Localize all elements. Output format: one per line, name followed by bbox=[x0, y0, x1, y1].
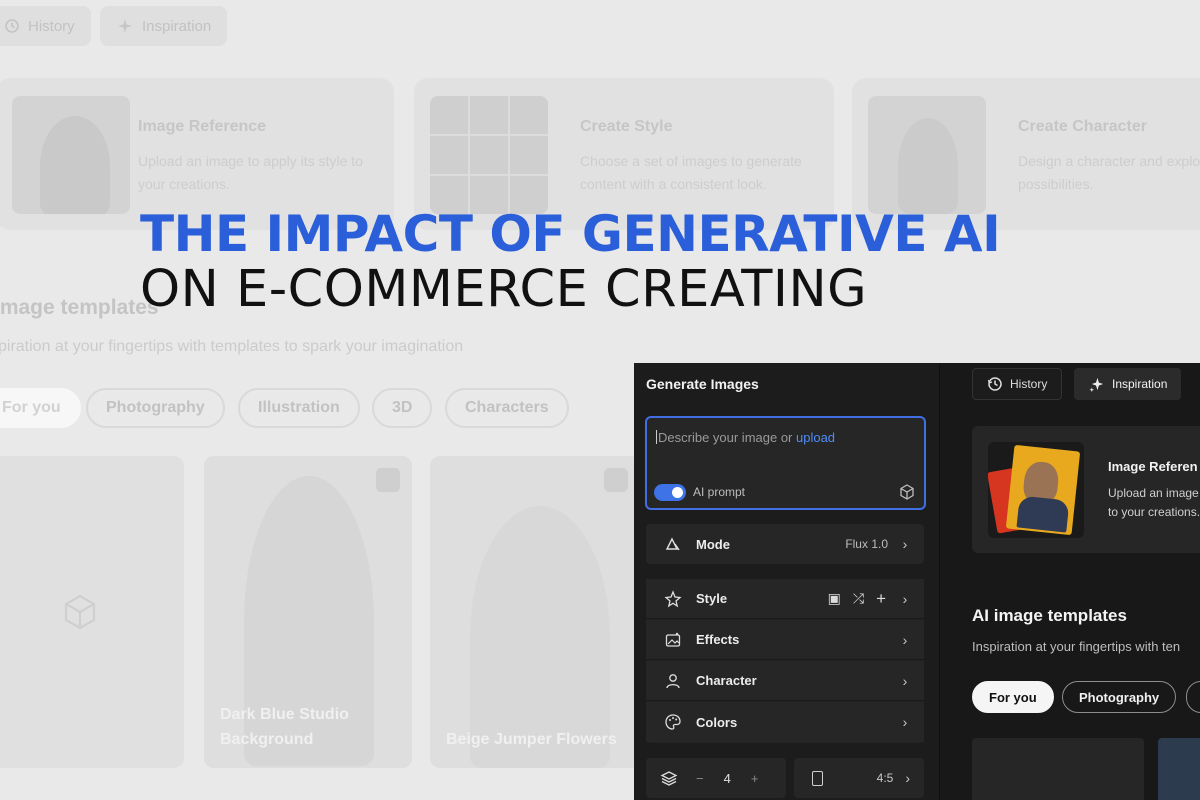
history-icon bbox=[987, 377, 1002, 391]
image-reference-desc: Upload an image to your creations. bbox=[1108, 486, 1200, 519]
bg-tile-blank bbox=[0, 456, 184, 768]
inspiration-label: Inspiration bbox=[1112, 377, 1168, 391]
bg-card-title: Create Style bbox=[580, 118, 673, 135]
bg-section-sub: piration at your fingertips with templat… bbox=[0, 338, 464, 355]
colors-label: Colors bbox=[696, 714, 738, 730]
character-label: Character bbox=[696, 673, 757, 688]
image-count-value: 4 bbox=[723, 770, 731, 786]
history-label: History bbox=[1010, 377, 1048, 391]
image-reference-thumbnail bbox=[988, 442, 1084, 538]
effects-icon bbox=[665, 632, 681, 647]
ai-prompt-label: AI prompt bbox=[693, 485, 746, 499]
plus-icon[interactable]: + bbox=[876, 589, 886, 609]
pill-next[interactable] bbox=[1186, 681, 1200, 713]
app-screenshot: Generate Images Describe your image or u… bbox=[634, 363, 1200, 800]
inspiration-button[interactable]: Inspiration bbox=[1074, 368, 1182, 400]
image-reference-title: Image Referen bbox=[1108, 459, 1198, 474]
bg-tile-label: Beige Jumper Flowers bbox=[446, 731, 617, 748]
prompt-input[interactable]: Describe your image or upload AI prompt bbox=[645, 416, 926, 510]
history-button[interactable]: History bbox=[972, 368, 1063, 400]
bg-history-button: History bbox=[0, 6, 91, 46]
bg-inspiration-label: Inspiration bbox=[142, 17, 212, 35]
colors-row[interactable]: Colors › bbox=[646, 702, 924, 742]
mode-label: Mode bbox=[696, 536, 730, 552]
bg-tile-beige-jumper: Beige Jumper Flowers bbox=[430, 456, 640, 768]
character-icon bbox=[666, 673, 680, 688]
bg-pill-photography: Photography bbox=[86, 388, 225, 428]
effects-label: Effects bbox=[696, 632, 740, 647]
aspect-ratio-value: 4:5 bbox=[876, 771, 894, 785]
bg-section-title: image templates bbox=[0, 296, 159, 319]
character-row[interactable]: Character › bbox=[646, 661, 924, 701]
upload-link[interactable]: upload bbox=[796, 430, 835, 445]
pill-photography[interactable]: Photography bbox=[1062, 681, 1177, 713]
bg-inspiration-button: Inspiration bbox=[100, 6, 228, 46]
decrement-button[interactable]: − bbox=[696, 771, 704, 786]
bg-card-thumb bbox=[430, 96, 548, 214]
chevron-right-icon: › bbox=[902, 536, 908, 552]
effects-row[interactable]: Effects › bbox=[646, 620, 924, 660]
headline-line1: THE IMPACT OF GENERATIVE AI bbox=[140, 205, 1001, 263]
bg-pill-for-you: For you bbox=[0, 388, 81, 428]
style-row[interactable]: Style ▣ ⤮ + › bbox=[646, 579, 924, 619]
panel-title: Generate Images bbox=[646, 376, 759, 392]
history-icon bbox=[5, 19, 19, 33]
image-reference-card[interactable]: Image Referen Upload an image to your cr… bbox=[972, 426, 1200, 553]
inspiration-area: History Inspiration Image Referen Upload… bbox=[940, 363, 1200, 800]
options-group: Style ▣ ⤮ + › Effects › Character › Colo… bbox=[646, 579, 924, 743]
mode-icon bbox=[665, 537, 680, 551]
mode-row[interactable]: Mode Flux 1.0 › bbox=[646, 524, 924, 564]
image-count-stepper[interactable]: − 4 + bbox=[646, 758, 786, 798]
bg-tile-dark-blue-studio: Dark Blue Studio Background bbox=[204, 456, 412, 768]
bg-tile-label: Dark Blue Studio Background bbox=[220, 706, 349, 748]
style-icon bbox=[664, 589, 682, 607]
image-stack-icon[interactable]: ▣ bbox=[828, 590, 841, 607]
phone-icon bbox=[812, 770, 823, 786]
bg-pill-illustration: Illustration bbox=[238, 388, 360, 428]
chevron-right-icon: › bbox=[905, 770, 910, 786]
bg-card-thumb bbox=[868, 96, 986, 214]
chevron-right-icon: › bbox=[902, 590, 908, 607]
mode-value: Flux 1.0 bbox=[845, 537, 888, 551]
pill-for-you[interactable]: For you bbox=[972, 681, 1054, 713]
bg-card-title: Image Reference bbox=[138, 118, 267, 135]
colors-icon bbox=[665, 714, 681, 730]
chevron-right-icon: › bbox=[902, 672, 908, 689]
layers-icon bbox=[660, 771, 678, 786]
crown-icon bbox=[376, 468, 400, 492]
increment-button[interactable]: + bbox=[751, 771, 759, 786]
templates-title: AI image templates bbox=[972, 606, 1127, 625]
bg-pill-3d: 3D bbox=[372, 388, 433, 428]
headline: THE IMPACT OF GENERATIVE AI ON E-COMMERC… bbox=[140, 206, 1020, 320]
bg-history-label: History bbox=[28, 17, 75, 35]
crown-icon bbox=[604, 468, 628, 492]
bg-card-desc: Design a character and explo possibiliti… bbox=[1018, 153, 1200, 192]
template-tile[interactable] bbox=[972, 738, 1144, 800]
cube-icon bbox=[64, 594, 96, 630]
bg-card-title: Create Character bbox=[1018, 118, 1147, 135]
bg-pill-characters: Characters bbox=[445, 388, 569, 428]
prompt-placeholder: Describe your image or upload bbox=[656, 430, 836, 445]
bg-card-desc: Upload an image to apply its style to yo… bbox=[138, 153, 363, 192]
cube-icon[interactable] bbox=[898, 483, 916, 501]
templates-subtitle: Inspiration at your fingertips with ten bbox=[972, 639, 1181, 654]
headline-line2: ON E-COMMERCE CREATING bbox=[140, 260, 868, 319]
generate-panel: Generate Images Describe your image or u… bbox=[634, 363, 940, 800]
sparkle-icon bbox=[118, 19, 132, 33]
chevron-right-icon: › bbox=[902, 714, 908, 730]
shuffle-icon[interactable]: ⤮ bbox=[853, 590, 864, 607]
style-label: Style bbox=[696, 591, 728, 606]
bg-card-thumb bbox=[12, 96, 130, 214]
template-tile[interactable] bbox=[1158, 738, 1200, 800]
sparkle-icon bbox=[1089, 377, 1104, 392]
aspect-ratio-selector[interactable]: 4:5 › bbox=[794, 758, 924, 798]
ai-prompt-toggle[interactable] bbox=[654, 484, 686, 501]
bg-card-desc: Choose a set of images to generate conte… bbox=[580, 153, 802, 192]
chevron-right-icon: › bbox=[902, 631, 908, 648]
